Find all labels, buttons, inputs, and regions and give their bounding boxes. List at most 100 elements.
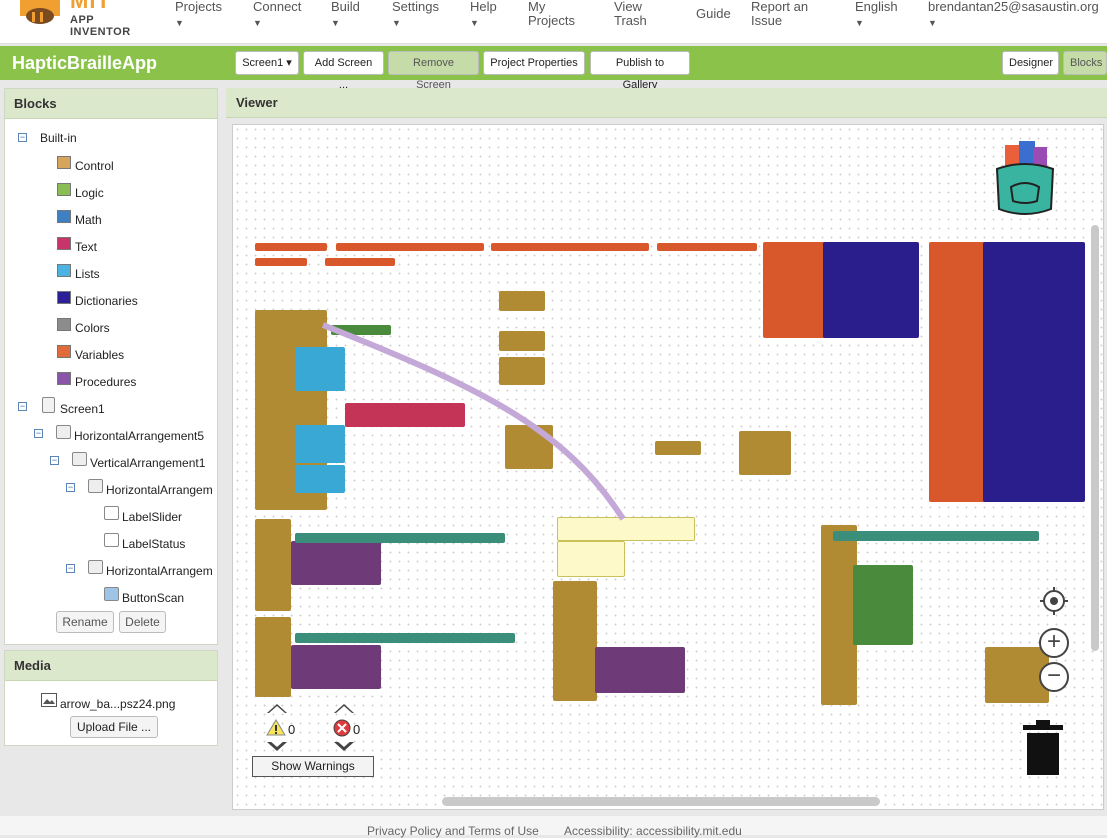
errors-count: 0 (353, 722, 361, 737)
tree-builtin[interactable]: Built-in (40, 129, 77, 147)
component-horizontalarrangement-b[interactable]: HorizontalArrangem (106, 562, 216, 580)
component-labelslider[interactable]: LabelSlider (122, 508, 182, 526)
nav-connect-label: Connect (253, 0, 302, 14)
next-warning-icon[interactable] (267, 740, 287, 751)
dictionaries-color-swatch (57, 291, 71, 304)
nav-connect[interactable]: Connect ▼ (253, 0, 301, 30)
app-inventor-logo[interactable]: MIT APP INVENTOR (18, 0, 148, 40)
vertical-scrollbar[interactable] (1091, 225, 1099, 651)
component-horizontalarrangement-a[interactable]: HorizontalArrangem (106, 481, 216, 499)
category-control[interactable]: Control (75, 157, 114, 175)
variables-color-swatch (57, 345, 71, 358)
media-file[interactable]: arrow_ba...psz24.png (60, 695, 175, 713)
text-color-swatch (57, 237, 71, 250)
footer: Privacy Policy and Terms of Use Accessib… (0, 816, 1107, 838)
horizontal-arrangement-icon (88, 560, 103, 574)
control-color-swatch (57, 156, 71, 169)
nav-my-projects-label: My Projects (528, 0, 575, 28)
delete-button[interactable]: Delete (119, 611, 166, 633)
collapse-icon[interactable]: − (66, 564, 75, 573)
media-panel-title: Media (5, 651, 217, 681)
nav-projects[interactable]: Projects ▼ (175, 0, 222, 30)
horizontal-arrangement-icon (88, 479, 103, 493)
collapse-icon[interactable]: − (18, 133, 27, 142)
project-properties-button[interactable]: Project Properties (483, 51, 585, 75)
nav-settings[interactable]: Settings ▼ (392, 0, 439, 30)
add-screen-button[interactable]: Add Screen ... (303, 51, 384, 91)
publish-gallery-button[interactable]: Publish to Gallery (590, 51, 690, 91)
chevron-down-icon: ▼ (470, 18, 479, 28)
category-lists[interactable]: Lists (75, 265, 100, 283)
label-icon (104, 533, 119, 547)
collapse-icon[interactable]: − (18, 402, 27, 411)
prev-error-icon[interactable] (334, 704, 354, 713)
category-dictionaries[interactable]: Dictionaries (75, 292, 138, 310)
collapse-icon[interactable]: − (34, 429, 43, 438)
lists-color-swatch (57, 264, 71, 277)
nav-guide[interactable]: Guide (696, 7, 731, 21)
component-horizontalarrangement5[interactable]: HorizontalArrangement5 (74, 427, 204, 445)
colors-color-swatch (57, 318, 71, 331)
category-colors[interactable]: Colors (75, 319, 110, 337)
category-text[interactable]: Text (75, 238, 97, 256)
nav-account-label: brendantan25@sasaustin.org (928, 0, 1099, 14)
chevron-down-icon: ▼ (331, 18, 340, 28)
warning-icon (266, 719, 286, 736)
warnings-count: 0 (288, 722, 296, 737)
component-labelstatus[interactable]: LabelStatus (122, 535, 185, 553)
blocks-panel-title: Blocks (5, 89, 217, 119)
nav-my-projects[interactable]: My Projects (528, 0, 580, 28)
backpack-icon[interactable] (993, 139, 1057, 219)
component-screen1[interactable]: Screen1 (60, 400, 105, 418)
component-buttonscan[interactable]: ButtonScan (122, 589, 184, 607)
upload-file-button[interactable]: Upload File ... (70, 716, 158, 738)
chevron-down-icon: ▼ (928, 18, 937, 28)
remove-screen-button[interactable]: Remove Screen (388, 51, 479, 91)
image-file-icon (41, 693, 57, 707)
nav-help[interactable]: Help ▼ (470, 0, 497, 30)
nav-settings-label: Settings (392, 0, 439, 14)
nav-account[interactable]: brendantan25@sasaustin.org ▼ (928, 0, 1099, 30)
nav-help-label: Help (470, 0, 497, 14)
screen-select[interactable]: Screen1 ▾ (235, 51, 299, 75)
privacy-link[interactable]: Privacy Policy and Terms of Use (367, 824, 539, 838)
category-math[interactable]: Math (75, 211, 102, 229)
chevron-down-icon: ▼ (175, 18, 184, 28)
button-icon (104, 587, 119, 601)
prev-warning-icon[interactable] (267, 704, 287, 713)
component-verticalarrangement1[interactable]: VerticalArrangement1 (90, 454, 205, 472)
nav-projects-label: Projects (175, 0, 222, 14)
error-icon (333, 719, 351, 737)
zoom-in-icon[interactable]: + (1039, 628, 1069, 658)
logo-title: MIT (70, 0, 111, 13)
math-color-swatch (57, 210, 71, 223)
recenter-icon[interactable] (1039, 586, 1069, 616)
media-panel: Media arrow_ba...psz24.png Upload File .… (4, 650, 218, 746)
nav-report-issue[interactable]: Report an Issue (751, 0, 813, 28)
nav-language[interactable]: English ▼ (855, 0, 898, 30)
nav-language-label: English (855, 0, 898, 14)
next-error-icon[interactable] (334, 740, 354, 751)
accessibility-link[interactable]: Accessibility: accessibility.mit.edu (564, 824, 742, 838)
nav-view-trash-label: View Trash (614, 0, 647, 28)
project-name: HapticBrailleApp (12, 53, 158, 73)
trash-icon[interactable] (1021, 719, 1065, 777)
show-warnings-button[interactable]: Show Warnings (252, 756, 374, 777)
category-logic[interactable]: Logic (75, 184, 104, 202)
designer-button[interactable]: Designer (1002, 51, 1059, 75)
nav-view-trash[interactable]: View Trash (614, 0, 654, 28)
blocks-button[interactable]: Blocks (1063, 51, 1107, 75)
horizontal-scrollbar[interactable] (442, 797, 880, 806)
nav-build[interactable]: Build ▼ (331, 0, 360, 30)
top-nav: MIT APP INVENTOR Projects ▼ Connect ▼ Buil… (0, 0, 1107, 44)
category-variables[interactable]: Variables (75, 346, 124, 364)
viewer-title: Viewer (226, 88, 1107, 118)
nav-guide-label: Guide (696, 6, 731, 21)
collapse-icon[interactable]: − (50, 456, 59, 465)
collapse-icon[interactable]: − (66, 483, 75, 492)
zoom-out-icon[interactable]: − (1039, 662, 1069, 692)
rename-button[interactable]: Rename (56, 611, 114, 633)
category-procedures[interactable]: Procedures (75, 373, 136, 391)
label-icon (104, 506, 119, 520)
nav-build-label: Build (331, 0, 360, 14)
